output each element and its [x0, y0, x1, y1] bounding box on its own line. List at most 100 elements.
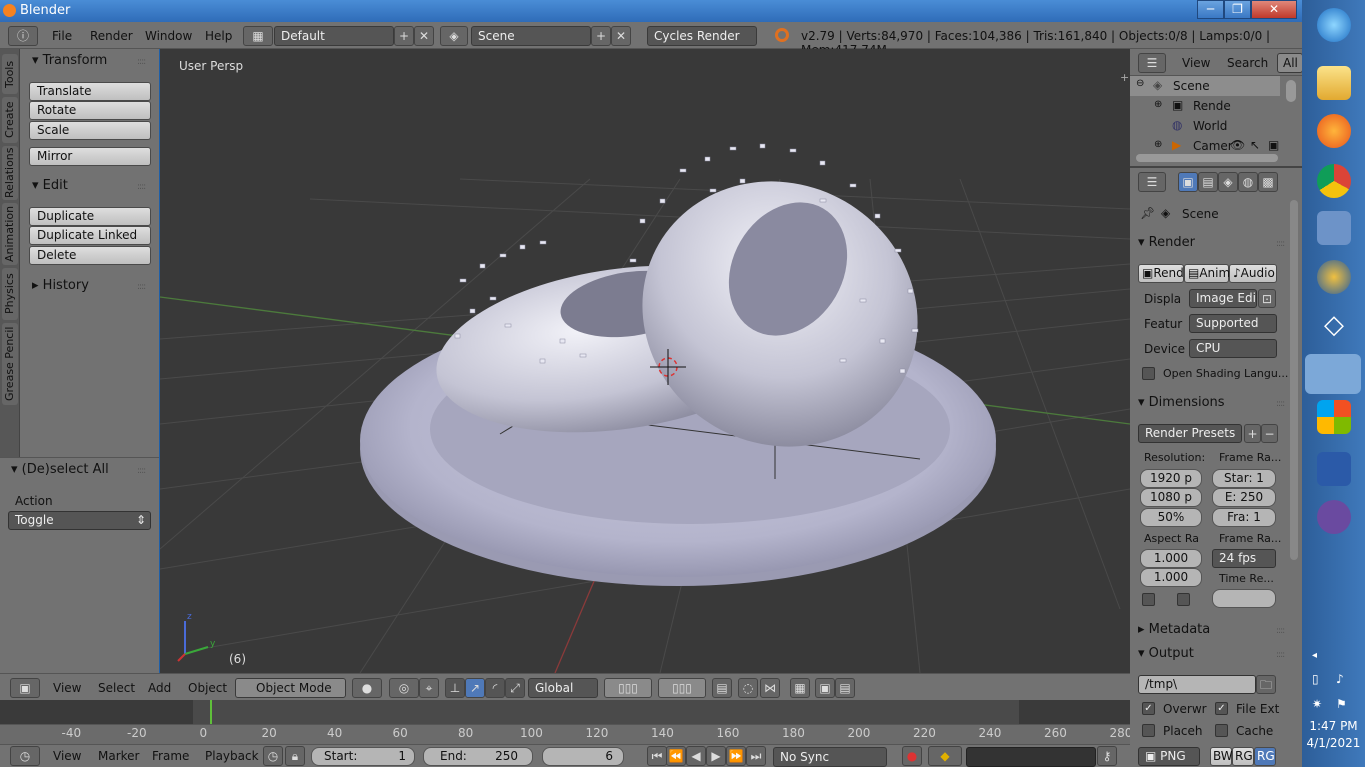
output-path-field[interactable]: /tmp\	[1138, 675, 1256, 694]
tab-create[interactable]: Create	[2, 97, 18, 143]
render-layers-tab-icon[interactable]: ▤	[1198, 172, 1218, 192]
menu-help[interactable]: Help	[205, 29, 232, 43]
aspect-y-field[interactable]: 1.000	[1140, 568, 1202, 587]
current-frame-marker[interactable]	[210, 700, 212, 724]
mode-select[interactable]: Object Mode	[235, 678, 346, 698]
color-rgba-button[interactable]: RG	[1254, 747, 1276, 766]
shading-icon[interactable]: ●	[352, 678, 382, 698]
record-icon[interactable]: ●	[902, 746, 922, 766]
scene-icon[interactable]: ◈	[440, 26, 468, 46]
paint-icon[interactable]	[1317, 211, 1351, 245]
resolution-y-field[interactable]: 1080 p	[1140, 488, 1202, 507]
dimensions-section-title[interactable]: ▾ Dimensions	[1138, 395, 1225, 410]
grip-icon[interactable]: ::::	[1276, 650, 1285, 660]
info-editor-type-icon[interactable]: ⓘ	[8, 26, 38, 46]
tray-expand-icon[interactable]: ◂	[1312, 650, 1317, 661]
layout-field[interactable]: Default	[274, 26, 394, 46]
anim-render-icon[interactable]: ▤	[835, 678, 855, 698]
frame-end-field[interactable]: E: 250	[1212, 488, 1276, 507]
timeline-menu-frame[interactable]: Frame	[152, 749, 189, 763]
office-icon[interactable]	[1317, 400, 1351, 434]
expand-icon[interactable]: ⊕	[1154, 99, 1162, 110]
lock-icon[interactable]: 🔒︎	[285, 746, 305, 766]
grip-icon[interactable]: ::::	[1276, 626, 1285, 636]
properties-scrollbar[interactable]	[1290, 200, 1298, 560]
collapse-icon[interactable]: ⊖	[1136, 78, 1144, 89]
manipulator-icon[interactable]: ⌖	[419, 678, 439, 698]
menu-select[interactable]: Select	[98, 681, 135, 695]
insert-key-icon[interactable]: ⚷	[1097, 746, 1117, 766]
duplicate-linked-button[interactable]: Duplicate Linked	[29, 226, 151, 245]
feature-select[interactable]: Supported	[1189, 314, 1277, 333]
keying-set-field[interactable]	[966, 747, 1096, 767]
translate-manipulator-icon[interactable]: ↗	[465, 678, 485, 698]
osl-checkbox[interactable]	[1142, 367, 1155, 380]
render-section-title[interactable]: ▾ Render	[1138, 235, 1195, 250]
tray-device-icon[interactable]: ▯	[1312, 672, 1319, 686]
render-still-button[interactable]: ▣Rend	[1138, 264, 1184, 283]
outliner-scrollbar[interactable]	[1286, 80, 1296, 102]
play-reverse-icon[interactable]: ◀	[686, 746, 706, 766]
menu-add[interactable]: Add	[148, 681, 171, 695]
proportional-edit-icon[interactable]: ◌	[738, 678, 758, 698]
cursor-icon[interactable]: ↖	[1250, 138, 1260, 152]
lock-layers-icon[interactable]: ▤	[712, 678, 732, 698]
grip-icon[interactable]: ::::	[1276, 399, 1285, 409]
timeline-menu-view[interactable]: View	[53, 749, 81, 763]
texture-tab-icon[interactable]: ▩	[1258, 172, 1278, 192]
action-select[interactable]: Toggle ⇕	[8, 511, 151, 530]
remove-preset-icon[interactable]: −	[1261, 424, 1278, 443]
close-button[interactable]: ✕	[1251, 0, 1297, 19]
current-frame-field[interactable]: 6	[542, 747, 624, 766]
outliner-menu-view[interactable]: View	[1182, 56, 1210, 70]
eye-icon[interactable]: 👁︎	[1230, 138, 1245, 152]
color-bw-button[interactable]: BW	[1210, 747, 1233, 766]
expand-icon[interactable]: ⊕	[1154, 139, 1162, 150]
pivot-icon[interactable]: ◎	[389, 678, 419, 698]
resolution-x-field[interactable]: 1920 p	[1140, 469, 1202, 488]
render-icon[interactable]: ▣	[1268, 138, 1279, 152]
crop-checkbox[interactable]	[1177, 593, 1190, 606]
remove-scene-icon[interactable]: ✕	[611, 26, 631, 46]
3d-viewport[interactable]: User Persp + z y (6)	[160, 49, 1130, 673]
translate-button[interactable]: Translate	[29, 82, 151, 101]
maximize-button[interactable]: ❐	[1224, 0, 1251, 19]
keying-icon[interactable]: ◆	[928, 746, 962, 766]
world-tab-icon[interactable]: ◍	[1238, 172, 1258, 192]
render-engine-select[interactable]: Cycles Render	[647, 26, 757, 46]
grip-icon[interactable]: ::::	[137, 466, 146, 476]
jump-end-icon[interactable]: ⏭	[746, 746, 766, 766]
transform-panel-title[interactable]: ▾ Transform	[32, 53, 107, 68]
menu-render[interactable]: Render	[90, 29, 133, 43]
render-audio-button[interactable]: ♪Audio	[1229, 264, 1277, 283]
outliner-row-render[interactable]: ⊕ ▣ Rende	[1130, 96, 1280, 116]
file-format-select[interactable]: ▣ PNG	[1138, 747, 1200, 766]
cache-checkbox[interactable]	[1215, 724, 1228, 737]
tray-audio-icon[interactable]: ♪	[1336, 672, 1344, 686]
clock-icon[interactable]: ◷	[263, 746, 283, 766]
outliner-row-camera[interactable]: ⊕ ▶ Camer 👁︎ ↖ ▣	[1130, 136, 1280, 156]
layers-icon[interactable]: ▯▯▯	[604, 678, 652, 698]
tab-grease-pencil[interactable]: Grease Pencil	[2, 323, 18, 405]
border-checkbox[interactable]	[1142, 593, 1155, 606]
tray-network-icon[interactable]: ✷	[1312, 697, 1322, 711]
snap-icon[interactable]: ⋈	[760, 678, 780, 698]
sync-select[interactable]: No Sync	[773, 747, 887, 767]
fps-select[interactable]: 24 fps	[1212, 549, 1276, 568]
grip-icon[interactable]: ::::	[1276, 239, 1285, 249]
firefox-icon[interactable]	[1317, 114, 1351, 148]
scene-tab-icon[interactable]: ◈	[1218, 172, 1238, 192]
render-tab-icon[interactable]: ▣	[1178, 172, 1198, 192]
render-presets-select[interactable]: Render Presets	[1138, 424, 1242, 443]
add-preset-icon[interactable]: +	[1244, 424, 1261, 443]
placeholders-checkbox[interactable]	[1142, 724, 1155, 737]
grip-icon[interactable]: ::::	[137, 182, 146, 192]
add-scene-icon[interactable]: +	[591, 26, 611, 46]
timeline-editor-icon[interactable]: ◷	[10, 746, 40, 766]
grip-icon[interactable]: ::::	[137, 282, 146, 292]
end-frame-field[interactable]: End: 250	[423, 747, 533, 766]
delete-button[interactable]: Delete	[29, 246, 151, 265]
aspect-x-field[interactable]: 1.000	[1140, 549, 1202, 568]
grip-icon[interactable]: ::::	[137, 57, 146, 67]
overwrite-checkbox[interactable]: ✓	[1142, 702, 1155, 715]
